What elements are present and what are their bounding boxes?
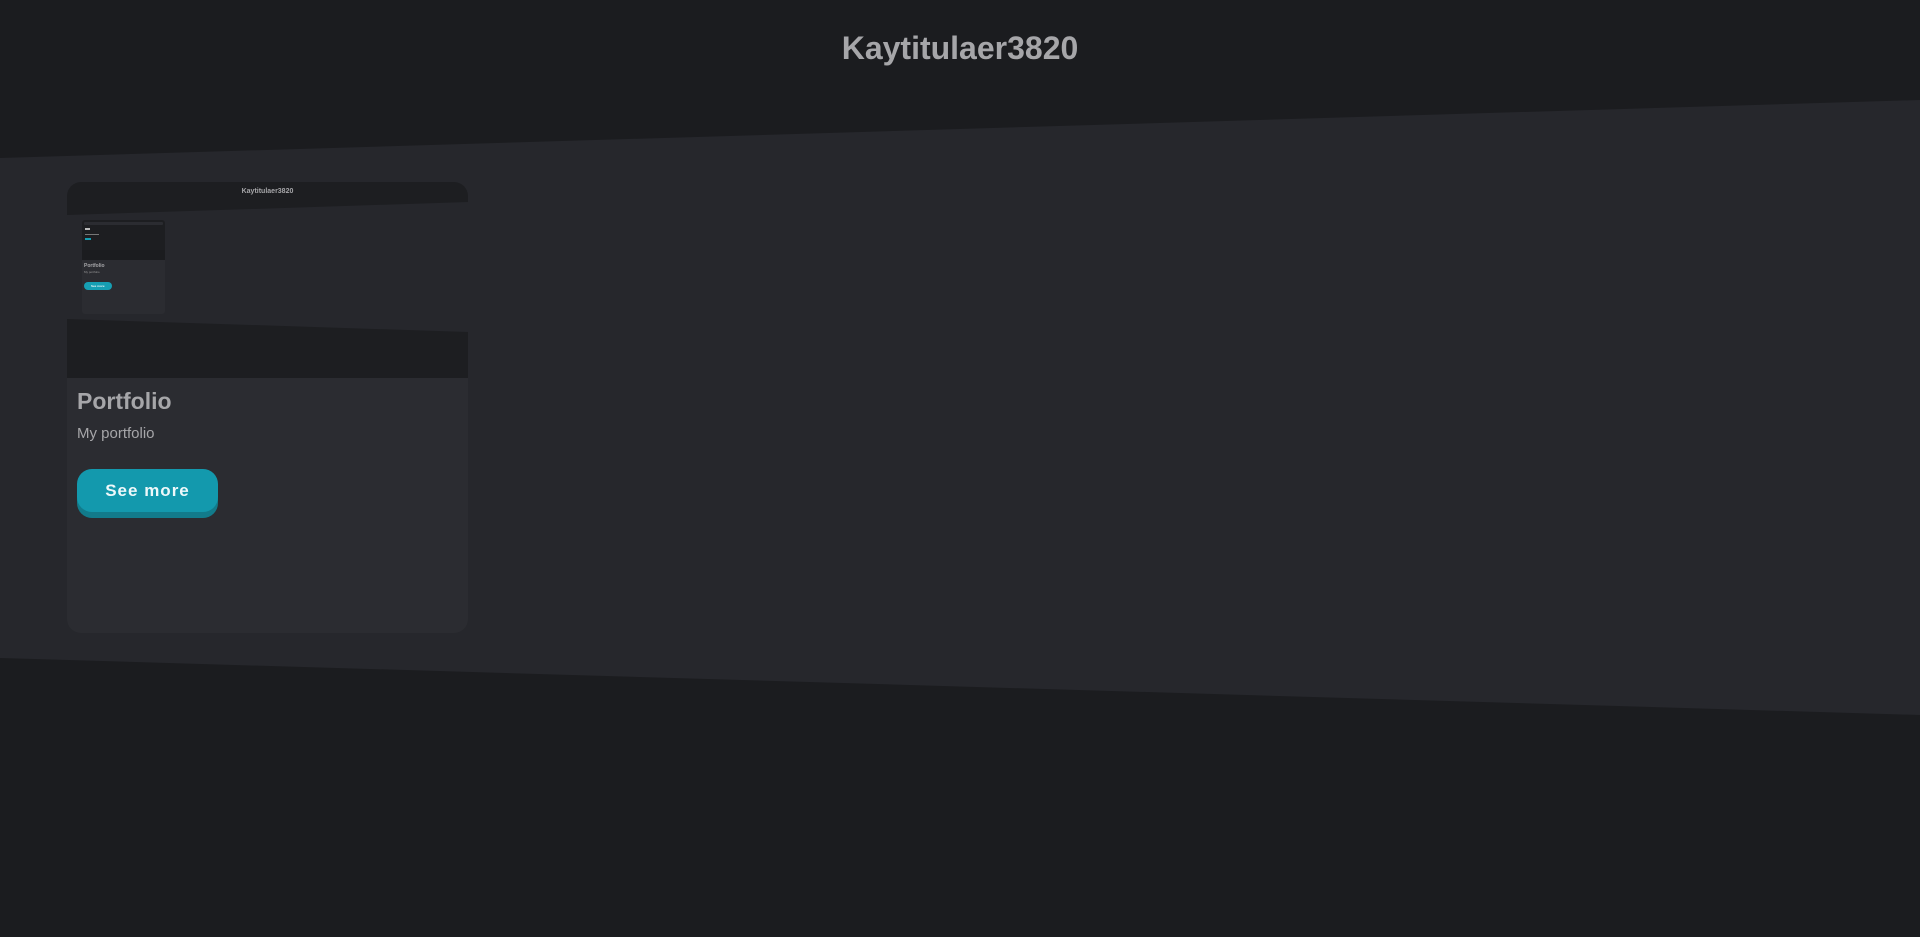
page: Kaytitulaer3820 Kaytitulaer3820 Portfoli… xyxy=(0,0,1920,937)
project-description: My portfolio xyxy=(77,425,155,442)
preview-mini-description: My portfolio xyxy=(84,270,100,274)
preview-mini-title: Portfolio xyxy=(84,263,105,269)
preview-mini-button: See more xyxy=(84,282,112,290)
project-title: Portfolio xyxy=(77,388,172,414)
see-more-button[interactable]: See more xyxy=(77,469,218,512)
preview-site-title: Kaytitulaer3820 xyxy=(241,188,294,195)
project-card: Kaytitulaer3820 Portfolio My portfolio S… xyxy=(67,182,468,633)
site-title: Kaytitulaer3820 xyxy=(841,30,1079,66)
preview-mini-card: Portfolio My portfolio See more xyxy=(82,220,165,314)
project-preview-image: Kaytitulaer3820 Portfolio My portfolio S… xyxy=(67,182,468,378)
preview-mini-thumbnail xyxy=(82,220,165,260)
